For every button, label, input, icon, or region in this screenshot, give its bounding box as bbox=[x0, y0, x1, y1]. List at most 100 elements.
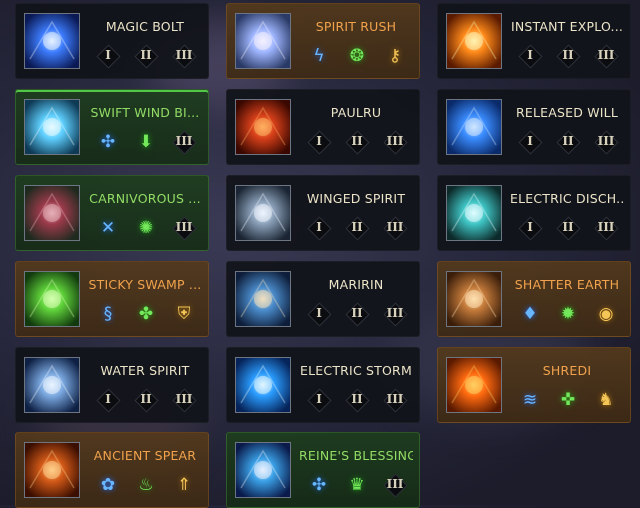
spell-card[interactable]: MARIRIN I II III bbox=[226, 261, 420, 337]
upgrade-slots: I II III bbox=[96, 44, 206, 68]
spell-portrait-icon bbox=[24, 99, 80, 155]
spell-card[interactable]: WINGED SPIRIT I II III bbox=[226, 175, 420, 251]
upgrade-tier-button[interactable]: II bbox=[556, 130, 580, 154]
upgrade-tier-button[interactable]: III bbox=[594, 44, 618, 68]
upgrade-tier-button[interactable]: I bbox=[518, 130, 542, 154]
tier-label: II bbox=[351, 134, 363, 148]
upgrade-tier-button[interactable]: II bbox=[134, 388, 158, 412]
upgrade-tier-button[interactable]: II bbox=[556, 44, 580, 68]
lightning-rune-icon[interactable]: ϟ bbox=[307, 44, 331, 68]
flame-rune-icon[interactable]: ♨ bbox=[134, 473, 158, 497]
tier-label: III bbox=[386, 220, 404, 234]
spell-card[interactable]: MAGIC BOLT I II III bbox=[15, 3, 209, 79]
orbit-rune-icon[interactable]: ✣ bbox=[307, 473, 331, 497]
tier-label: II bbox=[351, 392, 363, 406]
spell-card[interactable]: INSTANT EXPLO... I II III bbox=[437, 3, 631, 79]
spell-portrait-icon bbox=[446, 185, 502, 241]
tier-label: III bbox=[597, 220, 615, 234]
swirl-rune-icon[interactable]: ✿ bbox=[96, 473, 120, 497]
spell-title: PAULRU bbox=[330, 105, 382, 120]
wave-rune-icon[interactable]: ≋ bbox=[518, 388, 542, 412]
spell-title: ELECTRIC DISCH... bbox=[510, 191, 624, 206]
spell-title: RELEASED WILL bbox=[515, 105, 618, 120]
spell-card[interactable]: ELECTRIC DISCH... I II III bbox=[437, 175, 631, 251]
upgrade-tier-button[interactable]: I bbox=[307, 302, 331, 326]
spell-card[interactable]: WATER SPIRIT I II III bbox=[15, 347, 209, 423]
droplet-rune-icon[interactable]: ♦ bbox=[518, 302, 542, 326]
spell-title: WINGED SPIRIT bbox=[306, 191, 406, 206]
spell-portrait-icon bbox=[24, 271, 80, 327]
upgrade-tier-button[interactable]: I bbox=[96, 388, 120, 412]
spell-title: SPIRIT RUSH bbox=[315, 19, 397, 34]
key-rune-icon[interactable]: ⚷ bbox=[383, 44, 407, 68]
upgrade-tier-button[interactable]: I bbox=[307, 216, 331, 240]
burst-rune-icon[interactable]: ✺ bbox=[134, 216, 158, 240]
spell-card[interactable]: STICKY SWAMP ... § ✤ ⛨ bbox=[15, 261, 209, 337]
upgrade-tier-button[interactable]: III bbox=[172, 130, 196, 154]
upgrade-tier-button[interactable]: II bbox=[345, 130, 369, 154]
upgrade-tier-button[interactable]: I bbox=[518, 44, 542, 68]
upgrade-tier-button[interactable]: I bbox=[518, 216, 542, 240]
upgrade-tier-button[interactable]: III bbox=[172, 388, 196, 412]
spell-card[interactable]: SHATTER EARTH ♦ ✹ ◉ bbox=[437, 261, 631, 337]
arrow-down-rune-icon[interactable]: ⬇ bbox=[134, 130, 158, 154]
upgrade-tier-button[interactable]: III bbox=[383, 473, 407, 497]
arrow-up-rune-icon[interactable]: ⇑ bbox=[172, 473, 196, 497]
beast-rune-icon[interactable]: ♞ bbox=[594, 388, 618, 412]
upgrade-tier-button[interactable]: III bbox=[383, 130, 407, 154]
crown-rune-icon[interactable]: ♛ bbox=[345, 473, 369, 497]
upgrade-tier-button[interactable]: III bbox=[172, 216, 196, 240]
spark-rune-icon[interactable]: ✹ bbox=[556, 302, 580, 326]
upgrade-tier-button[interactable]: III bbox=[383, 388, 407, 412]
upgrade-tier-button[interactable]: I bbox=[96, 44, 120, 68]
spell-portrait-icon bbox=[446, 271, 502, 327]
tier-label: I bbox=[316, 134, 322, 148]
spell-card[interactable]: CARNIVOROUS ... ✕ ✺ III bbox=[15, 175, 209, 251]
upgrade-tier-button[interactable]: III bbox=[594, 130, 618, 154]
shield-rune-icon[interactable]: ⛨ bbox=[172, 302, 196, 326]
orb-rune-icon[interactable]: ◉ bbox=[594, 302, 618, 326]
spell-card[interactable]: SHREDI ≋ ✜ ♞ bbox=[437, 347, 631, 423]
spell-card[interactable]: ANCIENT SPEAR ✿ ♨ ⇑ bbox=[15, 432, 209, 508]
tier-label: I bbox=[105, 48, 111, 62]
tier-label: II bbox=[562, 220, 574, 234]
spell-card[interactable]: SPIRIT RUSH ϟ ❂ ⚷ bbox=[226, 3, 420, 79]
upgrade-tier-button[interactable]: III bbox=[594, 216, 618, 240]
upgrade-tier-button[interactable]: III bbox=[383, 302, 407, 326]
upgrade-slots: ✣ ⬇ III bbox=[96, 130, 206, 154]
tier-label: I bbox=[105, 392, 111, 406]
tier-label: II bbox=[351, 306, 363, 320]
upgrade-slots: I II III bbox=[518, 130, 628, 154]
tier-label: I bbox=[316, 220, 322, 234]
spell-title: MARIRIN bbox=[328, 277, 384, 292]
spirit-orb-rune-icon[interactable]: ❂ bbox=[345, 44, 369, 68]
upgrade-tier-button[interactable]: II bbox=[345, 388, 369, 412]
upgrade-tier-button[interactable]: I bbox=[307, 130, 331, 154]
upgrade-tier-button[interactable]: I bbox=[307, 388, 331, 412]
sprout-rune-icon[interactable]: ✤ bbox=[134, 302, 158, 326]
upgrade-tier-button[interactable]: II bbox=[134, 44, 158, 68]
upgrade-tier-button[interactable]: II bbox=[556, 216, 580, 240]
upgrade-tier-button[interactable]: III bbox=[383, 216, 407, 240]
upgrade-slots: I II III bbox=[307, 302, 417, 326]
upgrade-slots: I II III bbox=[307, 130, 417, 154]
spell-card[interactable]: SWIFT WIND BI... ✣ ⬇ III bbox=[15, 89, 209, 165]
orbit-rune-icon[interactable]: ✣ bbox=[96, 130, 120, 154]
arrows-rune-icon[interactable]: ✜ bbox=[556, 388, 580, 412]
spell-card[interactable]: RELEASED WILL I II III bbox=[437, 89, 631, 165]
upgrade-slots: ≋ ✜ ♞ bbox=[518, 388, 628, 412]
tier-label: III bbox=[386, 134, 404, 148]
spell-card[interactable]: PAULRU I II III bbox=[226, 89, 420, 165]
upgrade-tier-button[interactable]: II bbox=[345, 216, 369, 240]
vortex-rune-icon[interactable]: § bbox=[96, 302, 120, 326]
crossed-blades-rune-icon[interactable]: ✕ bbox=[96, 216, 120, 240]
upgrade-tier-button[interactable]: II bbox=[345, 302, 369, 326]
upgrade-tier-button[interactable]: III bbox=[172, 44, 196, 68]
spell-card[interactable]: ELECTRIC STORM I II III bbox=[226, 347, 420, 423]
spell-card[interactable]: REINE'S BLESSING ✣ ♛ III bbox=[226, 432, 420, 508]
upgrade-slots: ✣ ♛ III bbox=[307, 473, 417, 497]
tier-label: I bbox=[527, 220, 533, 234]
spell-portrait-icon bbox=[235, 99, 291, 155]
tier-label: II bbox=[562, 48, 574, 62]
tier-label: III bbox=[175, 48, 193, 62]
